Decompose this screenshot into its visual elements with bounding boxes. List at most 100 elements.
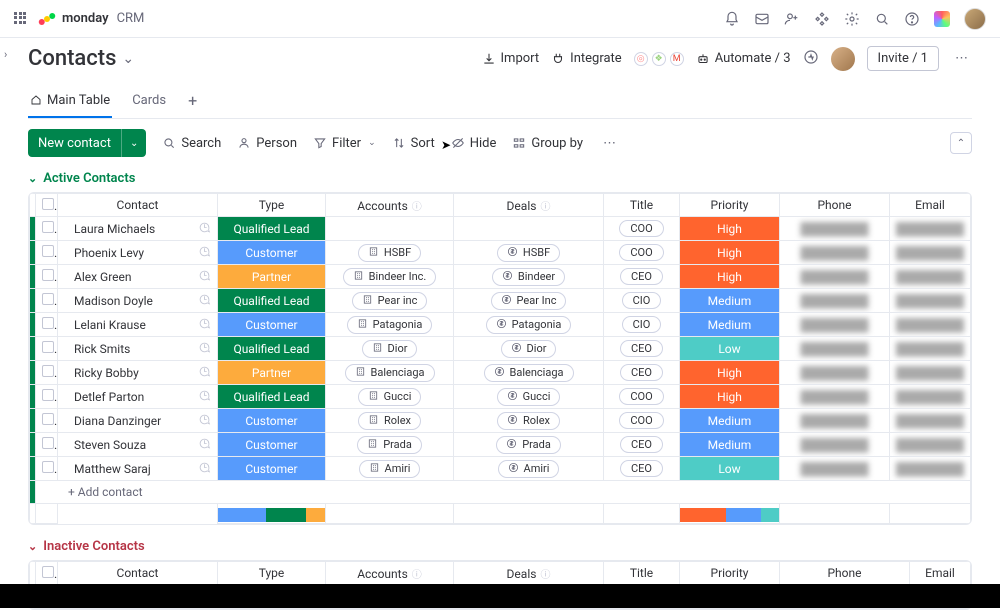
more-menu-icon[interactable]: ⋯: [951, 47, 972, 70]
title-cell[interactable]: CEO: [604, 361, 680, 385]
phone-cell[interactable]: ████████: [780, 241, 890, 265]
deal-cell[interactable]: Pear Inc: [454, 289, 604, 313]
deal-cell[interactable]: Dior: [454, 337, 604, 361]
row-checkbox[interactable]: [36, 337, 58, 361]
contact-name-cell[interactable]: Madison Doyle: [58, 289, 218, 313]
row-checkbox[interactable]: [36, 313, 58, 337]
phone-cell[interactable]: ████████: [780, 385, 890, 409]
row-checkbox[interactable]: [36, 241, 58, 265]
contact-name-cell[interactable]: Ricky Bobby: [58, 361, 218, 385]
phone-cell[interactable]: ████████: [780, 265, 890, 289]
title-cell[interactable]: CEO: [604, 337, 680, 361]
person-filter-button[interactable]: Person: [237, 136, 297, 151]
phone-cell[interactable]: ████████: [780, 289, 890, 313]
filter-button[interactable]: Filter⌄: [313, 136, 376, 151]
add-contact-row[interactable]: + Add contact: [30, 481, 971, 504]
col-email[interactable]: Email: [890, 194, 971, 217]
account-cell[interactable]: Bindeer Inc.: [326, 265, 454, 289]
account-cell[interactable]: Gucci: [326, 385, 454, 409]
email-cell[interactable]: ████████: [890, 217, 971, 241]
open-item-icon[interactable]: [198, 293, 211, 309]
col-phone[interactable]: Phone: [780, 194, 890, 217]
contact-name-cell[interactable]: Detlef Parton: [58, 385, 218, 409]
open-item-icon[interactable]: [198, 269, 211, 285]
phone-cell[interactable]: ████████: [780, 433, 890, 457]
priority-cell[interactable]: Medium: [680, 433, 780, 457]
type-cell[interactable]: Qualified Lead: [218, 289, 326, 313]
account-cell[interactable]: Patagonia: [326, 313, 454, 337]
deal-cell[interactable]: Prada: [454, 433, 604, 457]
contact-name-cell[interactable]: Steven Souza: [58, 433, 218, 457]
title-cell[interactable]: COO: [604, 217, 680, 241]
account-cell[interactable]: Balenciaga: [326, 361, 454, 385]
apps-menu-icon[interactable]: [14, 12, 28, 26]
type-cell[interactable]: Qualified Lead: [218, 217, 326, 241]
deal-cell[interactable]: Gucci: [454, 385, 604, 409]
inbox-icon[interactable]: [754, 11, 770, 27]
row-checkbox[interactable]: [36, 385, 58, 409]
page-title[interactable]: Contacts ⌄: [28, 46, 134, 71]
col-accounts[interactable]: Accountsⓘ: [326, 562, 454, 585]
help-icon[interactable]: [904, 11, 920, 27]
priority-cell[interactable]: High: [680, 385, 780, 409]
group-by-button[interactable]: Group by: [512, 136, 583, 151]
deal-cell[interactable]: [454, 217, 604, 241]
title-cell[interactable]: COO: [604, 385, 680, 409]
col-type[interactable]: Type: [218, 194, 326, 217]
col-phone[interactable]: Phone: [780, 562, 910, 585]
open-item-icon[interactable]: [198, 221, 211, 237]
type-cell[interactable]: Qualified Lead: [218, 385, 326, 409]
priority-cell[interactable]: High: [680, 217, 780, 241]
toolbar-more-icon[interactable]: ⋯: [599, 132, 620, 155]
email-cell[interactable]: ████████: [890, 361, 971, 385]
email-cell[interactable]: ████████: [890, 337, 971, 361]
priority-cell[interactable]: High: [680, 361, 780, 385]
col-title[interactable]: Title: [604, 562, 680, 585]
account-cell[interactable]: Pear inc: [326, 289, 454, 313]
collapse-toolbar-button[interactable]: ⌃: [950, 132, 972, 154]
priority-cell[interactable]: High: [680, 241, 780, 265]
phone-cell[interactable]: ████████: [780, 361, 890, 385]
open-item-icon[interactable]: [198, 461, 211, 477]
title-cell[interactable]: CEO: [604, 433, 680, 457]
priority-cell[interactable]: Medium: [680, 409, 780, 433]
priority-cell[interactable]: Low: [680, 337, 780, 361]
import-button[interactable]: Import: [482, 51, 540, 66]
deal-cell[interactable]: Bindeer: [454, 265, 604, 289]
contact-name-cell[interactable]: Laura Michaels: [58, 217, 218, 241]
search-button[interactable]: Search: [162, 136, 221, 151]
phone-cell[interactable]: ████████: [780, 457, 890, 481]
contact-name-cell[interactable]: Diana Danzinger: [58, 409, 218, 433]
invite-members-icon[interactable]: [784, 11, 800, 27]
group-header-inactive[interactable]: ⌄ Inactive Contacts: [28, 539, 972, 554]
col-contact[interactable]: Contact: [58, 562, 218, 585]
contact-name-cell[interactable]: Matthew Saraj: [58, 457, 218, 481]
account-cell[interactable]: Rolex: [326, 409, 454, 433]
row-checkbox[interactable]: [36, 457, 58, 481]
phone-cell[interactable]: ████████: [780, 409, 890, 433]
title-cell[interactable]: CEO: [604, 457, 680, 481]
col-priority[interactable]: Priority: [680, 562, 780, 585]
col-deals[interactable]: Dealsⓘ: [454, 562, 604, 585]
type-cell[interactable]: Partner: [218, 361, 326, 385]
email-cell[interactable]: ████████: [890, 265, 971, 289]
col-contact[interactable]: Contact: [58, 194, 218, 217]
row-checkbox[interactable]: [36, 265, 58, 289]
integration-gmail-icon[interactable]: M: [670, 52, 684, 66]
group-header-active[interactable]: ⌄ Active Contacts: [28, 171, 972, 186]
priority-cell[interactable]: High: [680, 265, 780, 289]
account-cell[interactable]: HSBF: [326, 241, 454, 265]
type-cell[interactable]: Partner: [218, 265, 326, 289]
user-avatar[interactable]: [964, 8, 986, 30]
integrate-button[interactable]: Integrate: [551, 51, 622, 66]
expand-sidebar-caret[interactable]: ›: [4, 48, 7, 61]
email-cell[interactable]: ████████: [890, 313, 971, 337]
integration-dot[interactable]: ❖: [652, 52, 666, 66]
products-switcher-icon[interactable]: [934, 11, 950, 27]
tab-cards[interactable]: Cards: [130, 87, 168, 116]
apps-icon[interactable]: [814, 11, 830, 27]
type-cell[interactable]: Customer: [218, 409, 326, 433]
type-cell[interactable]: Customer: [218, 457, 326, 481]
priority-cell[interactable]: Medium: [680, 289, 780, 313]
settings-icon[interactable]: [844, 11, 860, 27]
